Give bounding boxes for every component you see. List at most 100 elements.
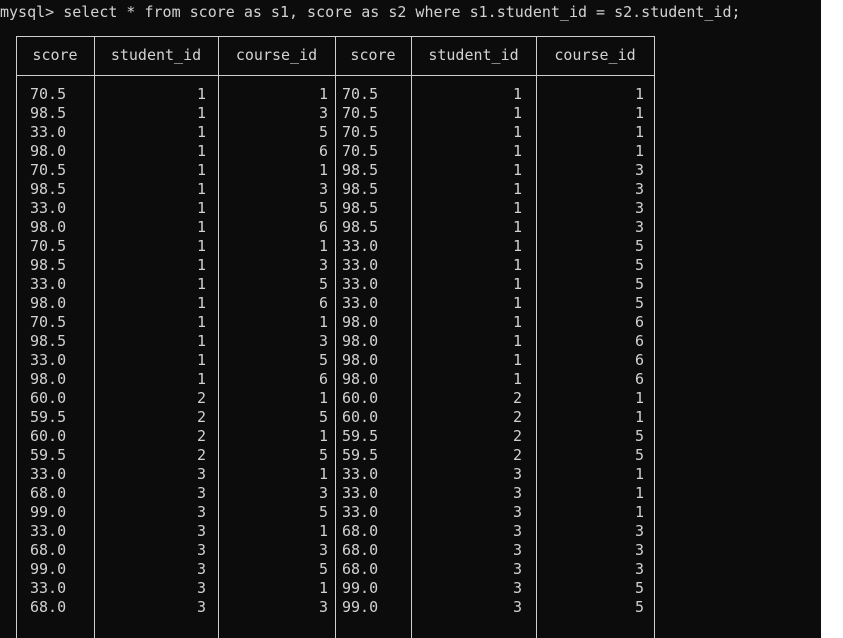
table-row: 98.5 1 3 98.5 1 3 <box>16 180 656 198</box>
table-cell: 1 <box>318 237 328 255</box>
sql-command-line: mysql> select * from score as s1, score … <box>0 3 741 21</box>
table-cell: 3 <box>634 161 644 179</box>
table-cell: 33.0 <box>342 256 379 274</box>
table-cell: 60.0 <box>342 389 379 407</box>
table-cell: 6 <box>318 294 328 312</box>
table-cell: 3 <box>634 199 644 217</box>
table-cell: 33.0 <box>342 503 379 521</box>
table-cell: 3 <box>512 503 522 521</box>
table-row: 70.5 1 1 70.5 1 1 <box>16 85 656 103</box>
table-cell: 3 <box>196 560 206 578</box>
table-cell: 1 <box>512 370 522 388</box>
table-cell: 2 <box>512 446 522 464</box>
table-cell: 1 <box>634 484 644 502</box>
table-cell: 6 <box>318 370 328 388</box>
table-cell: 98.0 <box>342 313 379 331</box>
table-cell: 3 <box>634 522 644 540</box>
table-cell: 5 <box>318 503 328 521</box>
table-cell: 98.0 <box>30 294 67 312</box>
table-cell: 60.0 <box>30 389 67 407</box>
table-cell: 6 <box>634 370 644 388</box>
table-row: 33.0 3 1 99.0 3 5 <box>16 579 656 597</box>
table-cell: 1 <box>196 180 206 198</box>
table-row: 59.5 2 5 59.5 2 5 <box>16 446 656 464</box>
table-cell: 33.0 <box>30 465 67 483</box>
table-cell: 68.0 <box>342 522 379 540</box>
table-cell: 5 <box>634 294 644 312</box>
table-cell: 3 <box>512 579 522 597</box>
table-cell: 1 <box>196 218 206 236</box>
table-cell: 3 <box>196 503 206 521</box>
table-cell: 70.5 <box>30 161 67 179</box>
table-cell: 98.5 <box>342 161 379 179</box>
table-cell: 1 <box>196 313 206 331</box>
table-cell: 3 <box>196 541 206 559</box>
table-row: 98.5 1 3 33.0 1 5 <box>16 256 656 274</box>
table-row: 99.0 3 5 68.0 3 3 <box>16 560 656 578</box>
table-row: 98.5 1 3 98.0 1 6 <box>16 332 656 350</box>
table-cell: 6 <box>318 218 328 236</box>
table-cell: 33.0 <box>30 199 67 217</box>
table-cell: 1 <box>634 123 644 141</box>
table-cell: 5 <box>318 351 328 369</box>
table-cell: 1 <box>512 123 522 141</box>
table-cell: 70.5 <box>342 85 379 103</box>
table-cell: 99.0 <box>342 579 379 597</box>
table-cell: 5 <box>318 199 328 217</box>
table-row: 59.5 2 5 60.0 2 1 <box>16 408 656 426</box>
table-cell: 3 <box>318 180 328 198</box>
terminal-window[interactable]: mysql> select * from score as s1, score … <box>0 0 821 638</box>
column-header-course-id: course_id <box>554 46 636 64</box>
table-cell: 3 <box>318 541 328 559</box>
table-cell: 3 <box>634 218 644 236</box>
table-cell: 1 <box>196 370 206 388</box>
table-cell: 5 <box>634 237 644 255</box>
table-cell: 3 <box>196 598 206 616</box>
table-cell: 5 <box>318 560 328 578</box>
table-row: 33.0 3 1 68.0 3 3 <box>16 522 656 540</box>
table-cell: 6 <box>318 142 328 160</box>
table-row: 98.0 1 6 98.0 1 6 <box>16 370 656 388</box>
table-cell: 98.0 <box>342 370 379 388</box>
table-row: 33.0 1 5 98.0 1 6 <box>16 351 656 369</box>
table-cell: 1 <box>512 218 522 236</box>
column-header-score: score <box>350 46 396 64</box>
table-cell: 2 <box>196 446 206 464</box>
table-row: 98.5 1 3 70.5 1 1 <box>16 104 656 122</box>
table-cell: 1 <box>512 351 522 369</box>
table-cell: 68.0 <box>30 598 67 616</box>
table-cell: 2 <box>196 389 206 407</box>
table-row: 70.5 1 1 98.5 1 3 <box>16 161 656 179</box>
table-cell: 3 <box>512 598 522 616</box>
table-cell: 3 <box>512 522 522 540</box>
table-cell: 99.0 <box>342 598 379 616</box>
table-cell: 3 <box>318 256 328 274</box>
table-cell: 98.5 <box>30 332 67 350</box>
table-cell: 68.0 <box>30 541 67 559</box>
table-row: 33.0 1 5 98.5 1 3 <box>16 199 656 217</box>
table-cell: 33.0 <box>30 522 67 540</box>
table-cell: 33.0 <box>342 465 379 483</box>
table-cell: 70.5 <box>342 123 379 141</box>
table-cell: 1 <box>196 85 206 103</box>
table-cell: 1 <box>318 161 328 179</box>
table-cell: 1 <box>196 161 206 179</box>
table-cell: 1 <box>318 313 328 331</box>
table-cell: 2 <box>512 389 522 407</box>
table-row: 60.0 2 1 59.5 2 5 <box>16 427 656 445</box>
table-cell: 33.0 <box>342 275 379 293</box>
table-cell: 1 <box>318 522 328 540</box>
table-row: 70.5 1 1 33.0 1 5 <box>16 237 656 255</box>
table-cell: 1 <box>512 237 522 255</box>
table-cell: 98.5 <box>342 180 379 198</box>
table-cell: 1 <box>512 85 522 103</box>
table-row: 70.5 1 1 98.0 1 6 <box>16 313 656 331</box>
table-row: 60.0 2 1 60.0 2 1 <box>16 389 656 407</box>
table-row: 68.0 3 3 33.0 3 1 <box>16 484 656 502</box>
table-cell: 1 <box>634 465 644 483</box>
table-cell: 3 <box>196 579 206 597</box>
table-cell: 98.0 <box>30 370 67 388</box>
table-row: 98.0 1 6 98.5 1 3 <box>16 218 656 236</box>
table-cell: 68.0 <box>30 484 67 502</box>
column-header-student-id: student_id <box>110 46 202 64</box>
